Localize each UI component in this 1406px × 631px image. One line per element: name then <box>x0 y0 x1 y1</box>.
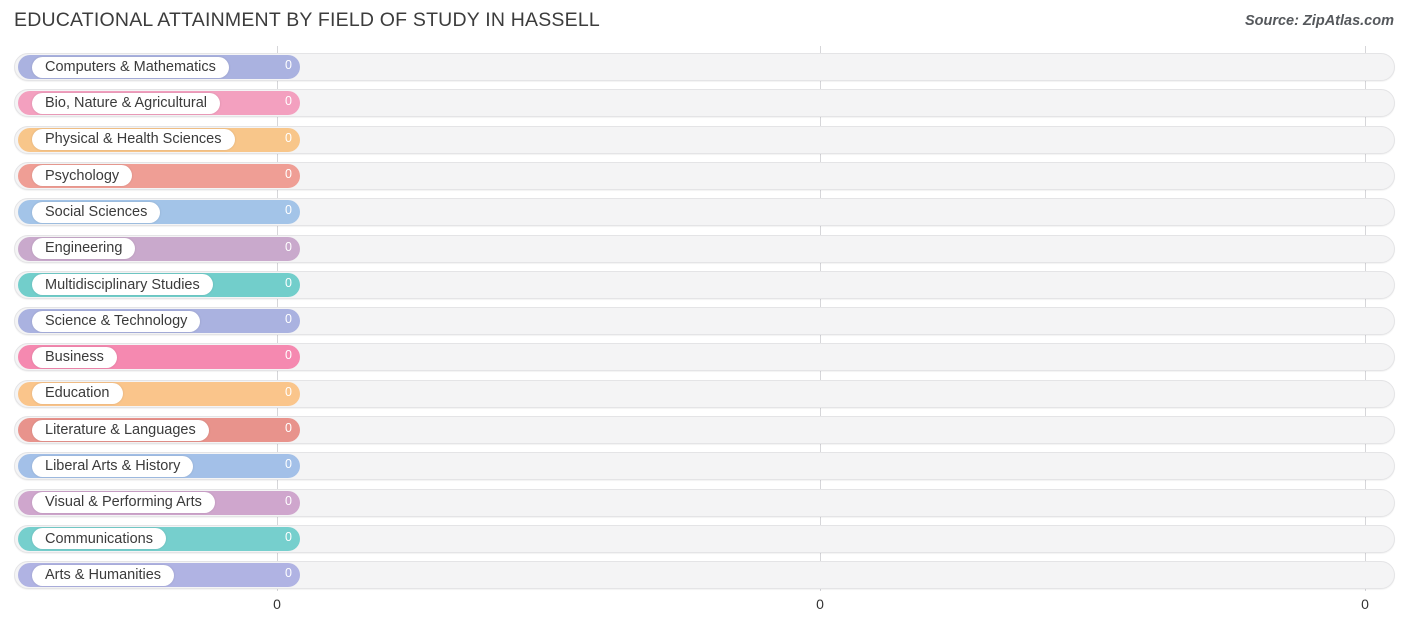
bar-row[interactable]: 0 Physical & Health Sciences <box>14 125 1395 154</box>
category-label-pill: Social Sciences <box>32 201 161 223</box>
x-axis-tick-label: 0 <box>1361 596 1369 612</box>
category-label: Multidisciplinary Studies <box>45 276 200 293</box>
bar-row[interactable]: 0 Bio, Nature & Agricultural <box>14 89 1395 118</box>
bar-row[interactable]: 0 Social Sciences <box>14 198 1395 227</box>
category-label: Psychology <box>45 167 120 184</box>
category-label: Business <box>45 349 104 366</box>
category-label-pill: Science & Technology <box>32 310 201 332</box>
bar-row[interactable]: 0 Computers & Mathematics <box>14 53 1395 81</box>
bar-row[interactable]: 0 Literature & Languages <box>14 416 1395 444</box>
category-label: Social Sciences <box>45 203 148 220</box>
chart-header: EDUCATIONAL ATTAINMENT BY FIELD OF STUDY… <box>0 0 1406 46</box>
category-label-pill: Liberal Arts & History <box>32 455 194 477</box>
category-label-pill: Arts & Humanities <box>32 564 175 586</box>
category-label: Liberal Arts & History <box>45 458 181 475</box>
bar-row[interactable]: 0 Multidisciplinary Studies <box>14 270 1395 299</box>
category-label-pill: Business <box>32 346 117 368</box>
x-axis: 0 0 0 <box>0 591 1406 631</box>
bar-row[interactable]: 0 Arts & Humanities <box>14 561 1395 590</box>
category-label-pill: Education <box>32 383 123 405</box>
x-axis-tick-label: 0 <box>816 596 824 612</box>
category-label-pill: Physical & Health Sciences <box>32 129 235 151</box>
bar-row[interactable]: 0 Visual & Performing Arts <box>14 488 1395 517</box>
category-label-pill: Multidisciplinary Studies <box>32 274 213 296</box>
page-title: EDUCATIONAL ATTAINMENT BY FIELD OF STUDY… <box>14 9 600 31</box>
category-label: Bio, Nature & Agricultural <box>45 95 207 112</box>
category-label-pill: Bio, Nature & Agricultural <box>32 92 220 114</box>
category-label-pill: Visual & Performing Arts <box>32 492 215 514</box>
category-label-pill: Literature & Languages <box>32 419 209 441</box>
bar-row[interactable]: 0 Business <box>14 343 1395 372</box>
bar-row[interactable]: 0 Science & Technology <box>14 307 1395 336</box>
bar-row[interactable]: 0 Communications <box>14 524 1395 553</box>
x-axis-tick-label: 0 <box>273 596 281 612</box>
category-label: Communications <box>45 530 153 547</box>
chart-plot-area: 0 Computers & Mathematics 0 Bio, Nature & A… <box>0 46 1406 591</box>
bar-row[interactable]: 0 Liberal Arts & History <box>14 452 1395 481</box>
category-label-pill: Psychology <box>32 165 133 187</box>
bar-row[interactable]: 0 Psychology <box>14 161 1395 190</box>
category-label: Visual & Performing Arts <box>45 494 202 511</box>
category-label: Literature & Languages <box>45 421 196 438</box>
bar-row[interactable]: 0 Education <box>14 379 1395 408</box>
category-label: Education <box>45 385 110 402</box>
category-label-pill: Engineering <box>32 238 136 259</box>
category-label: Science & Technology <box>45 312 188 329</box>
category-label: Computers & Mathematics <box>45 58 216 75</box>
bar-row[interactable]: 0 Engineering <box>14 234 1395 263</box>
source-attribution: Source: ZipAtlas.com <box>1244 13 1394 29</box>
bar-rows: 0 Computers & Mathematics 0 Bio, Nature & A… <box>0 46 1406 591</box>
category-label-pill: Communications <box>32 528 166 550</box>
category-label: Engineering <box>45 240 123 257</box>
category-label: Arts & Humanities <box>45 566 162 583</box>
category-label-pill: Computers & Mathematics <box>32 56 229 78</box>
category-label: Physical & Health Sciences <box>45 131 222 148</box>
